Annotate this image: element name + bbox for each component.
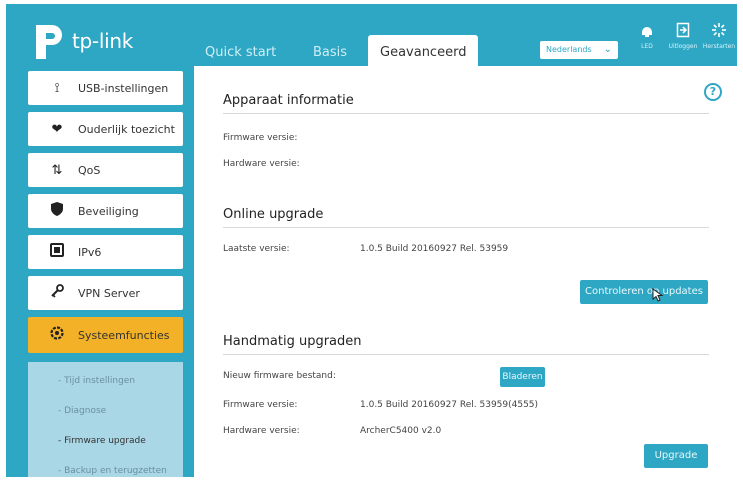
sidebar-item-security[interactable]: Beveiliging bbox=[28, 194, 183, 228]
divider bbox=[223, 227, 709, 228]
led-button[interactable]: LED bbox=[630, 22, 664, 50]
section-title-device-info: Apparaat informatie bbox=[223, 93, 354, 108]
vpn-icon bbox=[46, 284, 68, 302]
check-updates-button[interactable]: Controleren op updates bbox=[580, 280, 708, 304]
sidebar-item-usb[interactable]: ⟟ USB-instellingen bbox=[28, 71, 183, 105]
firmware-version-label-manual: Firmware versie: bbox=[223, 400, 298, 410]
tp-link-logo-icon bbox=[36, 25, 62, 59]
hardware-version-label-manual: Hardware versie: bbox=[223, 426, 300, 436]
qos-icon: ⇅ bbox=[51, 162, 63, 178]
logout-label: Uitloggen bbox=[668, 43, 698, 50]
firmware-version-label: Firmware versie: bbox=[223, 133, 298, 143]
shield-icon bbox=[46, 202, 68, 220]
section-title-manual-upgrade: Handmatig upgraden bbox=[223, 334, 362, 349]
language-select[interactable]: Nederlands ⌄ bbox=[540, 41, 618, 59]
sidebar-item-label: Ouderlijk toezicht bbox=[78, 122, 175, 136]
sidebar-subitem-diagnose[interactable]: - Diagnose bbox=[58, 406, 106, 416]
main-panel: ? Apparaat informatie Firmware versie: H… bbox=[194, 66, 737, 477]
mouse-cursor-icon bbox=[652, 288, 664, 302]
language-value: Nederlands bbox=[546, 45, 592, 54]
tab-basis[interactable]: Basis bbox=[313, 45, 347, 60]
logout-icon bbox=[666, 22, 700, 43]
ipv6-icon bbox=[46, 243, 68, 261]
sidebar-subitem-backup[interactable]: - Backup en terugzetten bbox=[58, 466, 167, 476]
sidebar-item-ipv6[interactable]: IPv6 bbox=[28, 235, 183, 269]
help-icon[interactable]: ? bbox=[704, 83, 722, 101]
firmware-version-value: 1.0.5 Build 20160927 Rel. 53959(4555) bbox=[360, 400, 539, 410]
upgrade-button[interactable]: Upgrade bbox=[644, 444, 708, 468]
sidebar-item-label: USB-instellingen bbox=[78, 81, 169, 95]
browse-button[interactable]: Bladeren bbox=[500, 367, 545, 387]
latest-version-label: Laatste versie: bbox=[223, 244, 290, 254]
app-frame: tp-link Quick start Basis Geavanceerd Ne… bbox=[6, 4, 737, 477]
sidebar-item-qos[interactable]: ⇅ QoS bbox=[28, 153, 183, 187]
sidebar-item-label: Systeemfuncties bbox=[78, 328, 170, 342]
parental-control-icon: ❤ bbox=[51, 121, 63, 137]
logout-button[interactable]: Uitloggen bbox=[666, 22, 700, 50]
sidebar-subitem-firmware[interactable]: - Firmware upgrade bbox=[58, 436, 146, 446]
reboot-button[interactable]: Herstarten bbox=[702, 22, 736, 50]
sidebar-item-system[interactable]: Systeemfuncties bbox=[28, 317, 183, 353]
chevron-down-icon: ⌄ bbox=[603, 44, 612, 55]
sidebar-item-label: QoS bbox=[78, 163, 101, 177]
tp-link-logo: tp-link bbox=[26, 19, 133, 63]
gear-icon bbox=[46, 326, 68, 344]
sidebar-subitem-time[interactable]: - Tijd instellingen bbox=[58, 376, 135, 386]
reboot-icon bbox=[702, 22, 736, 43]
hardware-version-value: ArcherC5400 v2.0 bbox=[360, 426, 442, 436]
usb-icon: ⟟ bbox=[54, 80, 60, 96]
firmware-file-input[interactable] bbox=[360, 367, 494, 385]
hardware-version-label: Hardware versie: bbox=[223, 159, 300, 169]
latest-version-value: 1.0.5 Build 20160927 Rel. 53959 bbox=[360, 244, 509, 254]
divider bbox=[223, 354, 709, 355]
sidebar-item-parental[interactable]: ❤ Ouderlijk toezicht bbox=[28, 112, 183, 146]
sidebar-item-label: Beveiliging bbox=[78, 204, 139, 218]
tab-quick-start[interactable]: Quick start bbox=[205, 45, 276, 60]
led-label: LED bbox=[641, 43, 653, 50]
sidebar-item-label: IPv6 bbox=[78, 245, 102, 259]
sidebar-item-label: VPN Server bbox=[78, 286, 140, 300]
new-firmware-label: Nieuw firmware bestand: bbox=[223, 371, 336, 381]
sidebar-item-vpn[interactable]: VPN Server bbox=[28, 276, 183, 310]
led-icon bbox=[630, 22, 664, 43]
reboot-label: Herstarten bbox=[702, 43, 736, 50]
brand-name: tp-link bbox=[72, 29, 134, 53]
section-title-online-upgrade: Online upgrade bbox=[223, 207, 324, 222]
divider bbox=[223, 113, 709, 114]
